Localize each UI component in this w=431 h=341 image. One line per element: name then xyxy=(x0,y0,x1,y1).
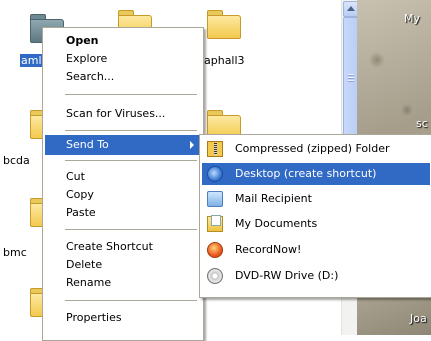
folder-label[interactable]: bmc xyxy=(3,246,27,259)
menu-item-open[interactable]: Open xyxy=(45,31,201,51)
folder-label-selected[interactable]: aml xyxy=(20,54,43,67)
send-to-desktop[interactable]: Desktop (create shortcut) xyxy=(202,163,430,185)
zip-folder-icon xyxy=(207,141,223,157)
menu-item-create-shortcut[interactable]: Create Shortcut xyxy=(45,237,201,257)
arrow-up-icon xyxy=(347,6,355,11)
menu-item-copy[interactable]: Copy xyxy=(45,185,201,205)
desktop-icon-label[interactable]: sc xyxy=(416,117,428,130)
mail-icon xyxy=(207,191,223,207)
menu-item-search[interactable]: Search... xyxy=(45,67,201,87)
send-to-recordnow[interactable]: RecordNow! xyxy=(202,239,430,261)
send-to-mail-recipient[interactable]: Mail Recipient xyxy=(202,188,430,210)
context-menu: Open Explore Search... Scan for Viruses.… xyxy=(42,27,204,341)
folder-icon[interactable] xyxy=(207,10,241,40)
send-to-my-documents[interactable]: My Documents xyxy=(202,213,430,235)
menu-item-scan-for-viruses[interactable]: Scan for Viruses... xyxy=(45,104,201,124)
menu-separator xyxy=(65,130,197,131)
menu-item-paste[interactable]: Paste xyxy=(45,203,201,223)
recordnow-icon xyxy=(207,242,223,258)
desktop-icon xyxy=(207,166,223,182)
submenu-arrow-icon xyxy=(190,141,194,149)
folder-label[interactable]: bcda xyxy=(3,154,30,167)
menu-item-properties[interactable]: Properties xyxy=(45,308,201,328)
menu-separator xyxy=(65,94,197,95)
menu-item-delete[interactable]: Delete xyxy=(45,255,201,275)
menu-separator xyxy=(65,300,197,301)
dvd-drive-icon xyxy=(207,268,223,284)
send-to-dvd-drive[interactable]: DVD-RW Drive (D:) xyxy=(202,265,430,287)
menu-item-cut[interactable]: Cut xyxy=(45,167,201,187)
folder-label[interactable]: aphall3 xyxy=(204,54,245,67)
menu-item-send-to[interactable]: Send To xyxy=(45,135,201,155)
desktop-icon-label[interactable]: Joa xyxy=(410,312,427,325)
desktop-icon-label[interactable]: My xyxy=(404,12,420,25)
send-to-compressed-folder[interactable]: Compressed (zipped) Folder xyxy=(202,138,430,160)
menu-separator xyxy=(65,229,197,230)
menu-separator xyxy=(65,160,197,161)
menu-item-explore[interactable]: Explore xyxy=(45,49,201,69)
my-documents-icon xyxy=(207,215,223,232)
menu-item-rename[interactable]: Rename xyxy=(45,273,201,293)
send-to-submenu: Compressed (zipped) Folder Desktop (crea… xyxy=(199,134,431,298)
